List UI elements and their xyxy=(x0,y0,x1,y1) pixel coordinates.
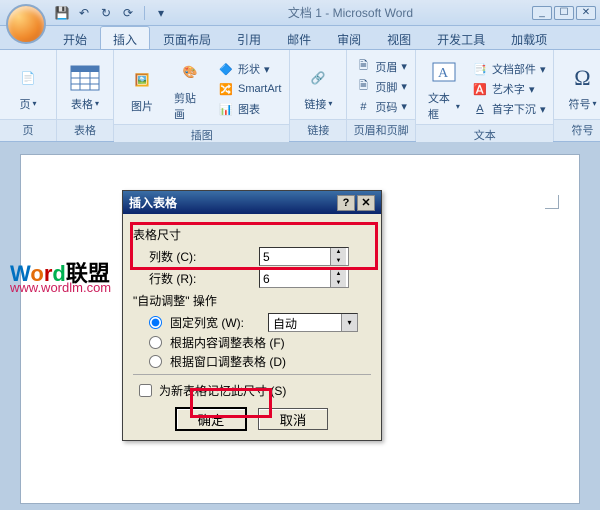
ribbon-tabs: 开始 插入 页面布局 引用 邮件 审阅 视图 开发工具 加载项 xyxy=(0,26,600,50)
chart-icon: 📊 xyxy=(218,101,234,117)
group-header-footer: 🗎页眉 ▾ 🗎页脚 ▾ #页码 ▾ 页眉和页脚 xyxy=(347,50,416,141)
clipart-button[interactable]: 🎨 剪贴画 xyxy=(168,54,212,124)
rows-up[interactable]: ▲ xyxy=(330,270,346,279)
pages-button[interactable]: 📄 页 xyxy=(6,60,50,114)
shapes-button[interactable]: 🔷形状 ▾ xyxy=(216,60,283,78)
table-icon xyxy=(69,62,101,94)
office-button[interactable] xyxy=(6,4,46,44)
qat-dropdown-icon[interactable]: ▾ xyxy=(153,5,169,21)
tab-home[interactable]: 开始 xyxy=(50,26,100,49)
minimize-button[interactable]: _ xyxy=(532,6,552,20)
group-symbols: Ω 符号 符号 xyxy=(554,50,600,141)
rows-label: 行数 (R): xyxy=(149,270,259,287)
tab-references[interactable]: 引用 xyxy=(224,26,274,49)
fixed-width-select[interactable]: 自动 ▾ xyxy=(268,313,358,332)
page-number-button[interactable]: #页码 ▾ xyxy=(353,98,409,116)
chevron-down-icon: ▾ xyxy=(341,314,357,331)
save-icon[interactable]: 💾 xyxy=(54,5,70,21)
columns-up[interactable]: ▲ xyxy=(330,248,346,257)
rows-input[interactable] xyxy=(260,270,330,287)
picture-button[interactable]: 🖼️ 图片 xyxy=(120,62,164,116)
smartart-icon: 🔀 xyxy=(218,81,234,97)
ok-button[interactable]: 确定 xyxy=(176,408,246,430)
columns-spinner[interactable]: ▲▼ xyxy=(259,247,349,266)
header-button[interactable]: 🗎页眉 ▾ xyxy=(353,58,409,76)
fit-content-radio[interactable] xyxy=(149,336,162,349)
window-controls: _ ☐ ✕ xyxy=(532,6,596,20)
columns-down[interactable]: ▼ xyxy=(330,257,346,266)
omega-icon: Ω xyxy=(566,62,598,94)
section-autofit-label: "自动调整" 操作 xyxy=(133,292,371,309)
margin-corner xyxy=(545,195,559,209)
links-button[interactable]: 🔗 链接 xyxy=(296,60,340,114)
fixed-width-label: 固定列宽 (W): xyxy=(170,314,264,331)
header-icon: 🗎 xyxy=(355,59,371,75)
table-button[interactable]: 表格 xyxy=(63,60,107,114)
fixed-width-radio[interactable] xyxy=(149,316,162,329)
tab-insert[interactable]: 插入 xyxy=(100,26,150,49)
dialog-close-button[interactable]: ✕ xyxy=(357,195,375,211)
group-text: A 文本框 📑文档部件 ▾ 🅰️艺术字 ▾ A首字下沉 ▾ 文本 xyxy=(416,50,555,141)
drop-cap-button[interactable]: A首字下沉 ▾ xyxy=(470,100,548,118)
fit-content-label: 根据内容调整表格 (F) xyxy=(170,334,285,351)
separator xyxy=(144,6,145,20)
clipart-icon: 🎨 xyxy=(174,56,206,88)
group-links: 🔗 链接 链接 xyxy=(290,50,347,141)
quick-access-toolbar: 💾 ↶ ↻ ⟳ ▾ xyxy=(54,5,169,21)
remember-checkbox[interactable] xyxy=(139,384,152,397)
maximize-button[interactable]: ☐ xyxy=(554,6,574,20)
insert-table-dialog: 插入表格 ? ✕ 表格尺寸 列数 (C): ▲▼ 行数 (R): ▲▼ "自动调… xyxy=(122,190,382,441)
fit-window-radio[interactable] xyxy=(149,355,162,368)
group-tables: 表格 表格 xyxy=(57,50,114,141)
drop-cap-icon: A xyxy=(472,101,488,117)
section-size-label: 表格尺寸 xyxy=(133,226,371,243)
link-icon: 🔗 xyxy=(302,62,334,94)
repeat-icon[interactable]: ⟳ xyxy=(120,5,136,21)
tab-developer[interactable]: 开发工具 xyxy=(424,26,498,49)
remember-label: 为新表格记忆此尺寸 (S) xyxy=(159,382,286,399)
redo-icon[interactable]: ↻ xyxy=(98,5,114,21)
tab-view[interactable]: 视图 xyxy=(374,26,424,49)
tab-page-layout[interactable]: 页面布局 xyxy=(150,26,224,49)
undo-icon[interactable]: ↶ xyxy=(76,5,92,21)
quick-parts-icon: 📑 xyxy=(472,61,488,77)
dialog-help-button[interactable]: ? xyxy=(337,195,355,211)
footer-icon: 🗎 xyxy=(355,79,371,95)
dialog-title: 插入表格 xyxy=(129,194,177,211)
tab-addins[interactable]: 加载项 xyxy=(498,26,560,49)
titlebar: 💾 ↶ ↻ ⟳ ▾ 文档 1 - Microsoft Word _ ☐ ✕ xyxy=(0,0,600,26)
smartart-button[interactable]: 🔀SmartArt xyxy=(216,80,283,98)
fit-window-label: 根据窗口调整表格 (D) xyxy=(170,353,286,370)
page-icon: 📄 xyxy=(12,62,44,94)
wordart-button[interactable]: 🅰️艺术字 ▾ xyxy=(470,80,548,98)
rows-down[interactable]: ▼ xyxy=(330,279,346,288)
picture-icon: 🖼️ xyxy=(126,64,158,96)
tab-mailings[interactable]: 邮件 xyxy=(274,26,324,49)
close-button[interactable]: ✕ xyxy=(576,6,596,20)
group-illustrations: 🖼️ 图片 🎨 剪贴画 🔷形状 ▾ 🔀SmartArt 📊图表 插图 xyxy=(114,50,290,141)
columns-label: 列数 (C): xyxy=(149,248,259,265)
textbox-icon: A xyxy=(428,56,460,88)
group-pages: 📄 页 页 xyxy=(0,50,57,141)
page-number-icon: # xyxy=(355,99,371,115)
tab-review[interactable]: 审阅 xyxy=(324,26,374,49)
rows-spinner[interactable]: ▲▼ xyxy=(259,269,349,288)
symbols-button[interactable]: Ω 符号 xyxy=(560,60,600,114)
textbox-button[interactable]: A 文本框 xyxy=(422,54,466,124)
svg-text:A: A xyxy=(438,66,449,81)
window-title: 文档 1 - Microsoft Word xyxy=(169,4,532,21)
chart-button[interactable]: 📊图表 xyxy=(216,100,283,118)
ribbon: 📄 页 页 表格 表格 🖼️ 图片 🎨 剪贴画 🔷形状 ▾ xyxy=(0,50,600,142)
wordart-icon: 🅰️ xyxy=(472,81,488,97)
shapes-icon: 🔷 xyxy=(218,61,234,77)
quick-parts-button[interactable]: 📑文档部件 ▾ xyxy=(470,60,548,78)
columns-input[interactable] xyxy=(260,248,330,265)
dialog-titlebar[interactable]: 插入表格 ? ✕ xyxy=(123,191,381,214)
footer-button[interactable]: 🗎页脚 ▾ xyxy=(353,78,409,96)
cancel-button[interactable]: 取消 xyxy=(258,408,328,430)
